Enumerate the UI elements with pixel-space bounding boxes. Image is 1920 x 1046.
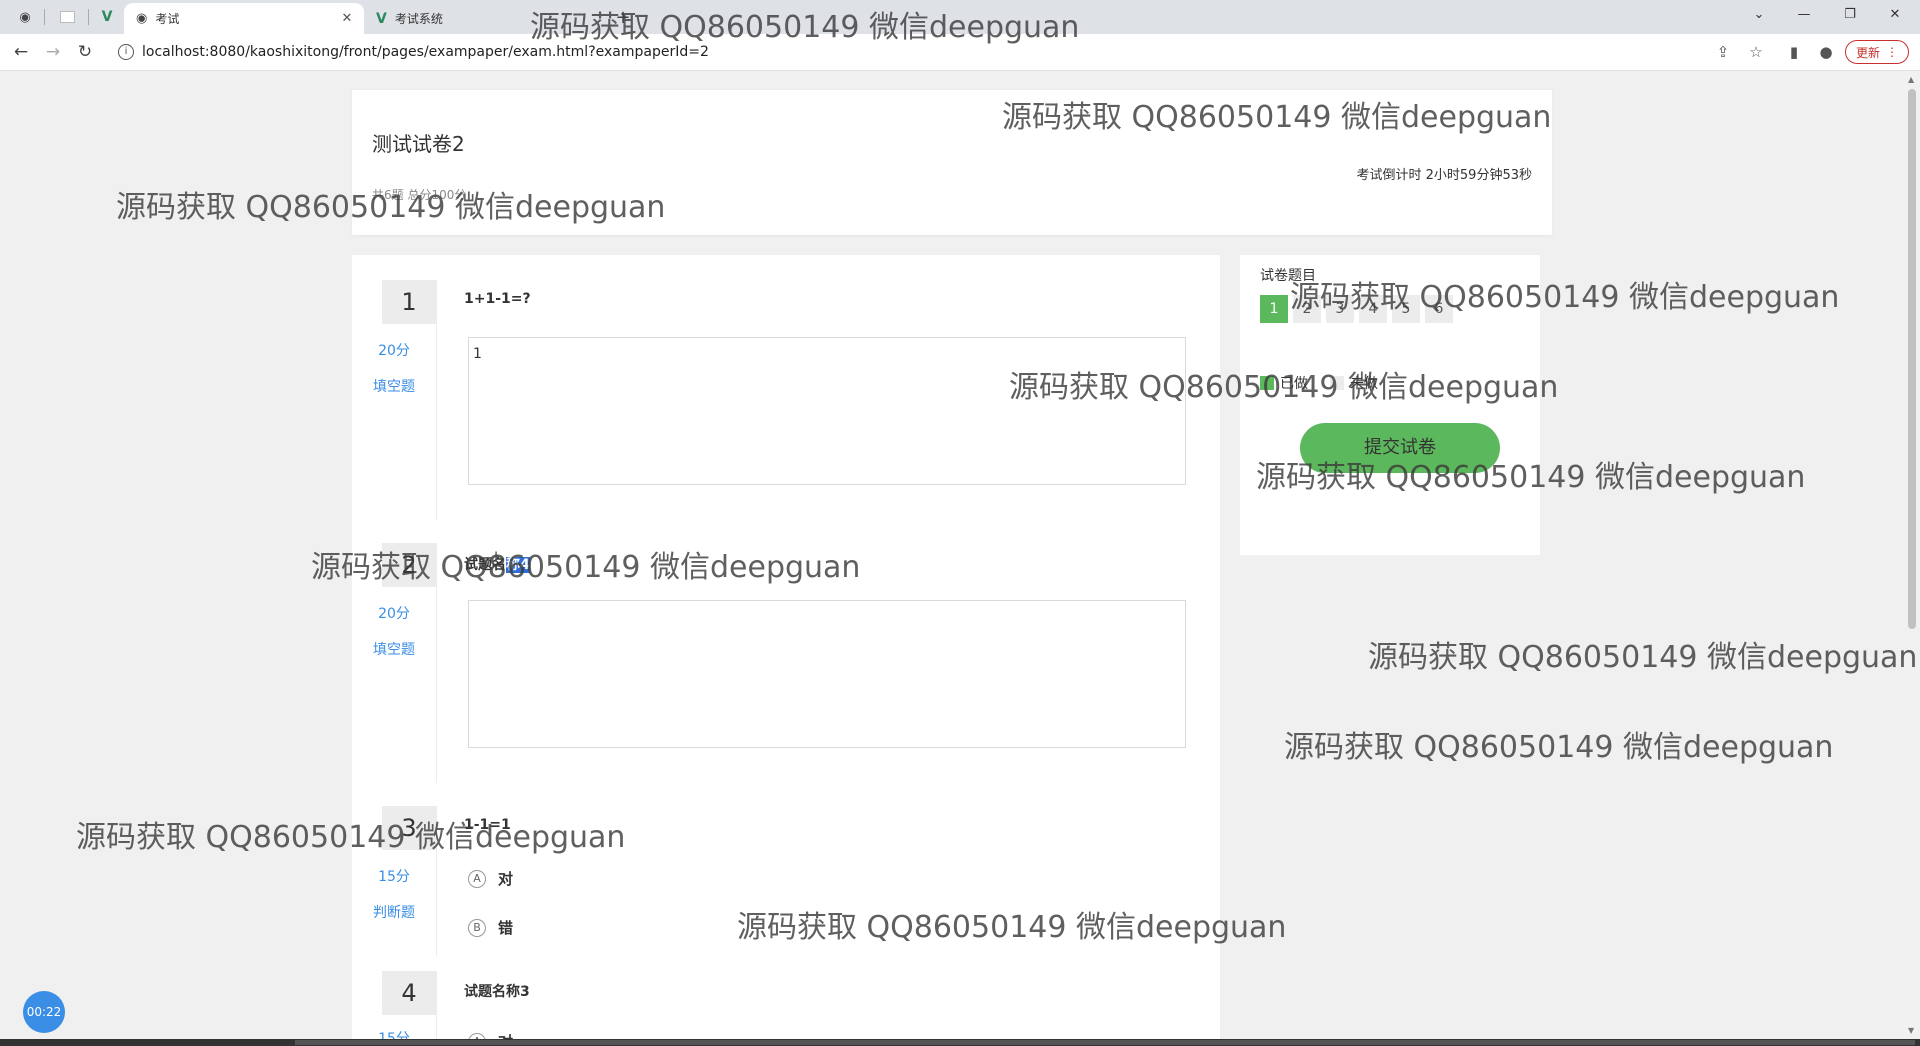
legend: 已做 未做 xyxy=(1260,373,1378,393)
reload-icon[interactable]: ↻ xyxy=(73,40,97,64)
side-panel-icon[interactable]: ▮ xyxy=(1783,41,1805,63)
question-number: 4 xyxy=(382,971,436,1015)
question-text: 1-1=1 xyxy=(464,817,511,833)
update-label: 更新 xyxy=(1855,45,1880,60)
scroll-down-icon[interactable]: ▼ xyxy=(1908,1026,1914,1035)
question-number: 2 xyxy=(382,543,436,587)
restore-icon[interactable]: ❐ xyxy=(1835,4,1865,26)
option-letter: B xyxy=(468,918,486,937)
question-item: 1 20分 填空题 1+1-1=? 1 xyxy=(352,280,1220,520)
countdown-text: 考试倒计时 2小时59分钟53秒 xyxy=(1356,168,1533,183)
browser-toolbar: ← → ↻ i localhost:8080/kaoshixitong/fron… xyxy=(0,34,1920,71)
question-nav-list: 1 2 3 4 5 6 xyxy=(1260,295,1453,323)
option-label: 错 xyxy=(498,919,514,937)
question-type: 判断题 xyxy=(373,905,415,921)
question-text: 试题名称4 I xyxy=(464,550,530,574)
tab-exam-system[interactable]: V 考试系统 xyxy=(370,3,550,34)
done-swatch xyxy=(1260,376,1274,390)
submit-exam-button[interactable]: 提交试卷 xyxy=(1300,423,1500,473)
globe-icon: ◉ xyxy=(136,11,148,26)
minimize-icon[interactable]: — xyxy=(1789,4,1819,26)
answer-textarea[interactable] xyxy=(468,600,1186,748)
tab-exam[interactable]: ◉ 考试 ✕ xyxy=(124,3,364,34)
forward-arrow-icon[interactable]: → xyxy=(41,40,65,64)
close-icon[interactable]: ✕ xyxy=(1880,4,1910,26)
pinned-tab[interactable]: ◉ xyxy=(14,6,36,28)
text-cursor-icon: I xyxy=(494,550,499,566)
nav-question-6[interactable]: 6 xyxy=(1425,295,1453,323)
nav-question-2[interactable]: 2 xyxy=(1293,295,1321,323)
paper-info: 共6题 总分100分 xyxy=(372,188,467,202)
question-score: 20分 xyxy=(378,343,410,359)
questions-panel: 1 20分 填空题 1+1-1=? 1 2 20分 填空题 试题名称4 I 3 … xyxy=(352,255,1220,1039)
question-meta: 4 15分 xyxy=(352,971,437,1039)
info-icon[interactable]: i xyxy=(118,44,134,60)
question-type: 填空题 xyxy=(373,642,415,658)
question-score: 20分 xyxy=(378,606,410,622)
question-score: 15分 xyxy=(378,1031,410,1039)
new-tab-button[interactable]: + xyxy=(612,6,634,28)
tab-strip: ◉ V ◉ 考试 ✕ V 考试系统 + ⌄ — ❐ ✕ xyxy=(0,0,1920,34)
paper-title: 测试试卷2 xyxy=(372,132,465,156)
globe-icon: ◉ xyxy=(19,9,31,25)
question-navigator: 试卷题目 1 2 3 4 5 6 已做 未做 提交试卷 xyxy=(1240,255,1540,555)
legend-done: 已做 xyxy=(1280,376,1308,392)
pinned-tab[interactable]: V xyxy=(96,6,118,28)
scroll-thumb[interactable] xyxy=(1908,89,1916,629)
nav-question-1[interactable]: 1 xyxy=(1260,295,1288,323)
question-item: 4 15分 试题名称3 A 对 xyxy=(352,971,1220,1039)
question-item: 3 15分 判断题 1-1=1 A 对 B 错 xyxy=(352,806,1220,956)
vue-logo-icon: V xyxy=(101,9,113,25)
close-tab-icon[interactable]: ✕ xyxy=(338,10,356,28)
undone-swatch xyxy=(1330,376,1344,390)
scroll-up-icon[interactable]: ▲ xyxy=(1908,75,1914,84)
question-score: 15分 xyxy=(378,869,410,885)
option-b[interactable]: B 错 xyxy=(468,917,513,938)
question-item: 2 20分 填空题 试题名称4 I xyxy=(352,543,1220,783)
nav-question-4[interactable]: 4 xyxy=(1359,295,1387,323)
star-icon[interactable]: ☆ xyxy=(1745,41,1767,63)
option-label: 对 xyxy=(498,870,514,888)
back-arrow-icon[interactable]: ← xyxy=(9,40,33,64)
question-meta: 3 15分 判断题 xyxy=(352,806,437,956)
address-bar[interactable]: i localhost:8080/kaoshixitong/front/page… xyxy=(108,38,1808,66)
nav-question-3[interactable]: 3 xyxy=(1326,295,1354,323)
question-text-prefix: 试题名 xyxy=(464,557,506,573)
tab-title: 考试 xyxy=(155,12,180,26)
option-letter: A xyxy=(468,869,486,888)
exam-header-card: 测试试卷2 共6题 总分100分 考试倒计时 2小时59分钟53秒 xyxy=(352,90,1552,235)
tab-separator xyxy=(44,9,45,25)
question-meta: 2 20分 填空题 xyxy=(352,543,437,783)
nav-question-5[interactable]: 5 xyxy=(1392,295,1420,323)
share-icon[interactable]: ⇪ xyxy=(1712,41,1734,63)
chevron-down-icon[interactable]: ⌄ xyxy=(1744,4,1774,26)
question-meta: 1 20分 填空题 xyxy=(352,280,437,520)
question-number: 3 xyxy=(382,806,436,850)
tab-title: 考试系统 xyxy=(394,12,443,26)
legend-undone: 未做 xyxy=(1350,376,1378,392)
option-a[interactable]: A 对 xyxy=(468,868,513,889)
question-type: 填空题 xyxy=(373,379,415,395)
blank-page-icon xyxy=(59,11,75,23)
vertical-scrollbar[interactable]: ▲ ▼ xyxy=(1904,71,1920,1039)
question-text: 试题名称3 xyxy=(464,984,530,1000)
option-label: 对 xyxy=(498,1031,513,1039)
navigator-title: 试卷题目 xyxy=(1260,268,1316,284)
question-number: 1 xyxy=(382,280,436,324)
selected-text: 称4 xyxy=(506,557,530,573)
option-a[interactable]: A 对 xyxy=(468,1031,513,1039)
profile-icon[interactable]: ● xyxy=(1815,41,1837,63)
horizontal-scrollbar[interactable] xyxy=(0,1039,1920,1046)
answer-textarea[interactable]: 1 xyxy=(468,337,1186,485)
floating-timer[interactable]: 00:22 xyxy=(23,991,65,1033)
question-text: 1+1-1=? xyxy=(464,291,531,307)
url-text: localhost:8080/kaoshixitong/front/pages/… xyxy=(142,44,709,60)
update-button[interactable]: 更新 ⋮ xyxy=(1845,40,1909,64)
horizontal-scroll-thumb[interactable] xyxy=(295,1040,1915,1045)
pinned-tab[interactable] xyxy=(56,6,78,28)
vue-logo-icon: V xyxy=(376,10,387,27)
more-menu-icon: ⋮ xyxy=(1886,45,1898,59)
tab-separator xyxy=(88,9,89,25)
